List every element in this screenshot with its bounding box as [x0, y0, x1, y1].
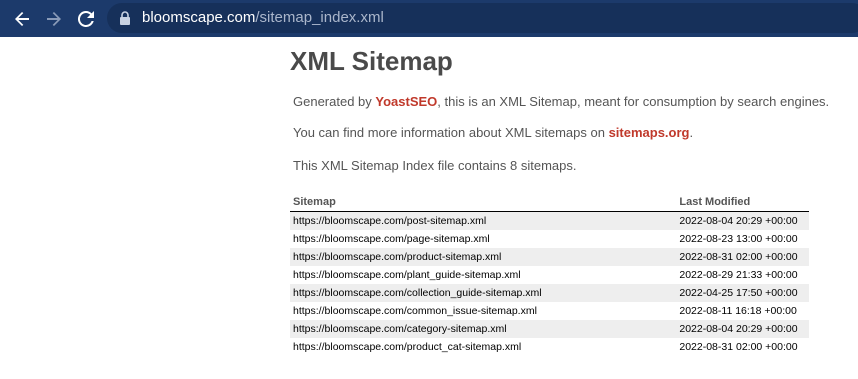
info-suffix: .	[689, 125, 694, 140]
sitemap-link[interactable]: https://bloomscape.com/collection_guide-…	[290, 284, 677, 302]
last-modified: 2022-08-11 16:18 +00:00	[679, 305, 797, 317]
lock-icon	[120, 11, 130, 25]
table-row: https://bloomscape.com/plant_guide-sitem…	[290, 266, 809, 284]
yoast-link[interactable]: YoastSEO	[375, 94, 437, 109]
info-prefix: You can find more information about XML …	[293, 125, 609, 140]
last-modified: 2022-08-31 02:00 +00:00	[679, 341, 798, 353]
last-modified: 2022-04-25 17:50 +00:00	[676, 284, 809, 302]
table-row: https://bloomscape.com/post-sitemap.xml …	[290, 211, 809, 230]
reload-button[interactable]	[73, 6, 99, 32]
sitemap-link[interactable]: https://bloomscape.com/post-sitemap.xml	[290, 211, 677, 230]
sitemap-count-text: This XML Sitemap Index file contains 8 s…	[293, 158, 577, 173]
reload-icon	[78, 11, 94, 27]
table-header-row: Sitemap Last Modified	[290, 192, 809, 212]
info-text: You can find more information about XML …	[293, 125, 693, 141]
url-host: bloomscape.com	[142, 9, 256, 26]
sitemap-link[interactable]: https://bloomscape.com/product-sitemap.x…	[290, 248, 677, 266]
table-row: https://bloomscape.com/product-sitemap.x…	[290, 248, 809, 266]
header-sitemap: Sitemap	[290, 192, 677, 212]
address-url: bloomscape.com/sitemap_index.xml	[142, 9, 384, 27]
sitemap-link[interactable]: https://bloomscape.com/category-sitemap.…	[290, 320, 677, 338]
table-row: https://bloomscape.com/collection_guide-…	[290, 284, 809, 302]
table-row: https://bloomscape.com/product_cat-sitem…	[290, 338, 809, 356]
page-title: XML Sitemap	[290, 46, 453, 76]
table-row: https://bloomscape.com/page-sitemap.xml …	[290, 230, 809, 248]
sitemap-link[interactable]: https://bloomscape.com/product_cat-sitem…	[290, 338, 676, 356]
header-last-modified: Last Modified	[676, 192, 809, 212]
sitemap-link[interactable]: https://bloomscape.com/plant_guide-sitem…	[290, 266, 676, 284]
last-modified: 2022-08-04 20:29 +00:00	[676, 211, 809, 230]
forward-arrow-icon	[47, 12, 61, 26]
browser-toolbar: bloomscape.com/sitemap_index.xml	[0, 0, 858, 37]
sitemaps-org-link[interactable]: sitemaps.org	[609, 125, 690, 140]
intro-text: Generated by YoastSEO, this is an XML Si…	[293, 94, 829, 110]
sitemap-link[interactable]: https://bloomscape.com/page-sitemap.xml	[290, 230, 676, 248]
last-modified: 2022-08-31 02:00 +00:00	[676, 248, 809, 266]
intro-prefix: Generated by	[293, 94, 376, 109]
back-arrow-icon	[15, 12, 29, 26]
sitemap-link[interactable]: https://bloomscape.com/common_issue-site…	[290, 302, 676, 320]
table-row: https://bloomscape.com/category-sitemap.…	[290, 320, 809, 338]
last-modified: 2022-08-29 21:33 +00:00	[679, 269, 798, 281]
address-bar[interactable]: bloomscape.com/sitemap_index.xml	[107, 3, 858, 33]
back-button[interactable]	[9, 6, 35, 32]
table-row: https://bloomscape.com/common_issue-site…	[290, 302, 809, 320]
last-modified: 2022-08-23 13:00 +00:00	[679, 233, 798, 245]
url-path: /sitemap_index.xml	[255, 9, 384, 26]
intro-suffix: , this is an XML Sitemap, meant for cons…	[437, 94, 830, 109]
forward-button[interactable]	[41, 6, 67, 32]
sitemap-table: Sitemap Last Modified https://bloomscape…	[290, 192, 809, 356]
last-modified: 2022-08-04 20:29 +00:00	[676, 320, 809, 338]
